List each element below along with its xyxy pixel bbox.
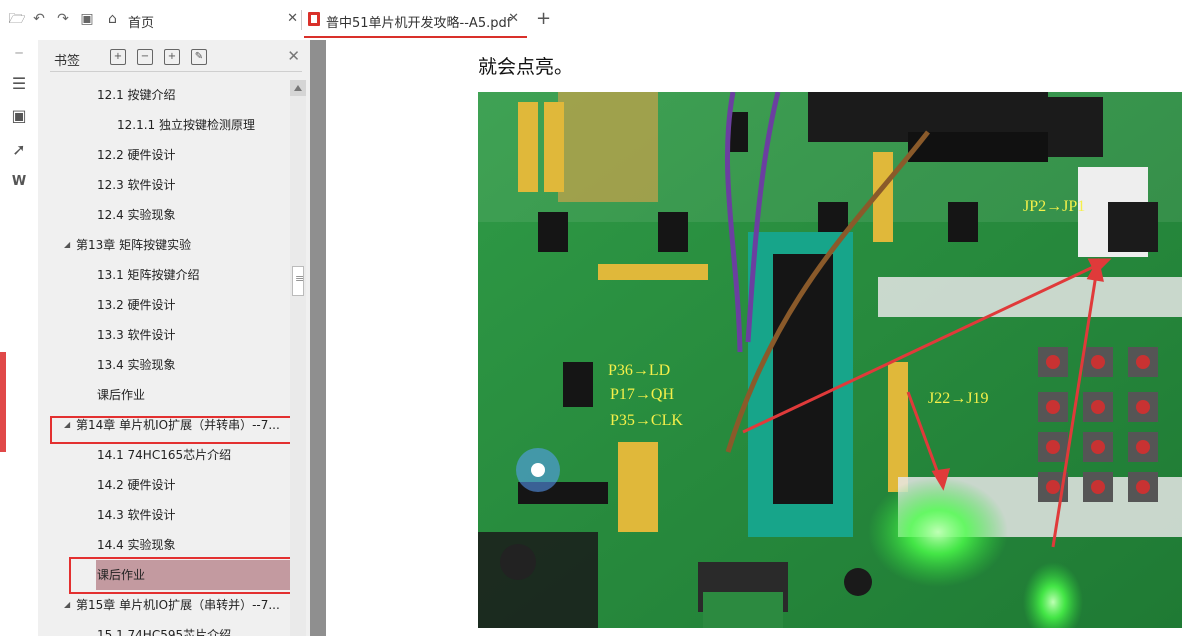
panel-collapse-handle[interactable] [0, 352, 6, 452]
bookmark-label: 第15章 单片机IO扩展（串转并）--7... [76, 598, 280, 612]
save-icon[interactable]: ▣ [78, 10, 96, 28]
bookmark-label: 12.3 软件设计 [97, 178, 176, 192]
bookmark-label: 12.4 实验现象 [97, 208, 176, 222]
top-toolbar: 🗁 ↶ ↷ ▣ ⌂ 首页 ✕ 普中51单片机开发攻略--A5.pdf ✕ + [0, 0, 1196, 41]
tab-pdf-label: 普中51单片机开发攻略--A5.pdf [326, 16, 512, 31]
bookmark-item[interactable]: 12.3 软件设计 [38, 170, 290, 200]
label-p35-clk: P35→CLK [610, 412, 683, 429]
bookmark-label: 13.2 硬件设计 [97, 298, 176, 312]
bookmarks-scrollbar[interactable] [290, 80, 306, 636]
bookmark-label: 第13章 矩阵按键实验 [76, 238, 192, 252]
board-illustration [478, 92, 1182, 628]
bookmark-item[interactable]: 12.4 实验现象 [38, 200, 290, 230]
tab-pdf-close-icon[interactable]: ✕ [508, 11, 519, 26]
bookmark-item[interactable]: 14.1 74HC165芯片介绍 [38, 440, 290, 470]
bookmark-label: 课后作业 [97, 388, 146, 402]
highlight-box-chapter14 [50, 416, 292, 444]
bookmark-label: 13.4 实验现象 [97, 358, 176, 372]
bookmarks-panel: 书签 + − + ✎ ✕ 12.1 按键介绍 12.1.1 独立按键检测原理 12.… [38, 40, 310, 636]
bookmark-item[interactable]: 12.1 按键介绍 [38, 80, 290, 110]
pdf-file-icon [308, 12, 320, 26]
expand-all-icon[interactable]: + [110, 49, 126, 65]
label-p17-qh: P17→QH [610, 386, 675, 403]
undo-icon[interactable]: ↶ [30, 10, 48, 28]
bookmark-item[interactable]: 14.4 实验现象 [38, 530, 290, 560]
bookmark-item[interactable]: 课后作业 [38, 380, 290, 410]
comment-icon[interactable]: ▣ [8, 106, 30, 126]
bookmark-label: 13.1 矩阵按键介绍 [97, 268, 200, 282]
redo-icon[interactable]: ↷ [54, 10, 72, 28]
board-photo: JP2→JP1 P36→LD P17→QH P35→CLK J22→J19 [478, 92, 1182, 628]
bookmark-item[interactable]: 13.2 硬件设计 [38, 290, 290, 320]
bookmark-label: 14.1 74HC165芯片介绍 [97, 448, 232, 462]
bookmark-label: 13.3 软件设计 [97, 328, 176, 342]
document-text-line: 就会点亮。 [478, 56, 574, 78]
bookmark-tree: 12.1 按键介绍 12.1.1 独立按键检测原理 12.2 硬件设计 12.3 软件… [38, 80, 290, 636]
bookmark-item[interactable]: 13.1 矩阵按键介绍 [38, 260, 290, 290]
tab-home-close-icon[interactable]: ✕ [287, 11, 298, 26]
bookmark-label: 14.4 实验现象 [97, 538, 176, 552]
tab-home[interactable]: ⌂ 首页 ✕ [102, 2, 302, 36]
close-panel-icon[interactable]: ✕ [287, 47, 300, 65]
bookmarks-title: 书签 [54, 54, 81, 69]
new-tab-button[interactable]: + [536, 8, 551, 29]
bookmark-chapter[interactable]: ◢ 第13章 矩阵按键实验 [38, 230, 290, 260]
home-icon: ⌂ [108, 11, 117, 27]
bookmarks-header: 书签 + − + ✎ ✕ [38, 40, 310, 76]
header-divider [50, 71, 302, 72]
scroll-up-icon[interactable] [290, 80, 306, 96]
bookmark-label: 12.1 按键介绍 [97, 88, 176, 102]
pin-icon[interactable]: ➚ [8, 140, 30, 160]
scroll-thumb[interactable] [292, 266, 304, 296]
bookmark-item[interactable]: 12.2 硬件设计 [38, 140, 290, 170]
bookmark-list-icon[interactable]: ☰ [8, 74, 30, 94]
add-bookmark-icon[interactable]: + [164, 49, 180, 65]
label-p36-ld: P36→LD [608, 362, 671, 379]
bookmark-item[interactable]: 15.1 74HC595芯片介绍 [38, 620, 290, 636]
label-jp2-jp1: JP2→JP1 [1023, 198, 1086, 215]
panel-splitter[interactable] [310, 40, 326, 636]
bookmark-settings-icon[interactable]: ✎ [191, 49, 207, 65]
tab-home-label: 首页 [128, 16, 155, 31]
thumbnail-icon[interactable]: ─ [8, 46, 30, 66]
bookmark-item[interactable]: 13.3 软件设计 [38, 320, 290, 350]
word-export-icon[interactable]: W [8, 174, 30, 194]
expand-triangle-icon[interactable]: ◢ [64, 590, 70, 620]
bookmark-label: 12.2 硬件设计 [97, 148, 176, 162]
bookmark-label: 14.2 硬件设计 [97, 478, 176, 492]
open-folder-icon[interactable]: 🗁 [8, 10, 26, 28]
bookmark-item[interactable]: 13.4 实验现象 [38, 350, 290, 380]
side-rail: ─ ☰ ▣ ➚ W [0, 40, 39, 636]
tab-pdf-document[interactable]: 普中51单片机开发攻略--A5.pdf ✕ [304, 2, 527, 38]
highlight-box-homework [69, 557, 302, 594]
label-j22-j19: J22→J19 [928, 390, 989, 407]
tab-divider [301, 10, 302, 30]
bookmark-label: 15.1 74HC595芯片介绍 [97, 628, 232, 636]
bookmark-chapter[interactable]: ◢ 第15章 单片机IO扩展（串转并）--7... [38, 590, 290, 620]
bookmark-item[interactable]: 14.3 软件设计 [38, 500, 290, 530]
expand-triangle-icon[interactable]: ◢ [64, 230, 70, 260]
bookmark-item[interactable]: 12.1.1 独立按键检测原理 [38, 110, 290, 140]
collapse-all-icon[interactable]: − [137, 49, 153, 65]
bookmark-item[interactable]: 14.2 硬件设计 [38, 470, 290, 500]
bookmark-label: 14.3 软件设计 [97, 508, 176, 522]
bookmark-label: 12.1.1 独立按键检测原理 [117, 118, 255, 132]
